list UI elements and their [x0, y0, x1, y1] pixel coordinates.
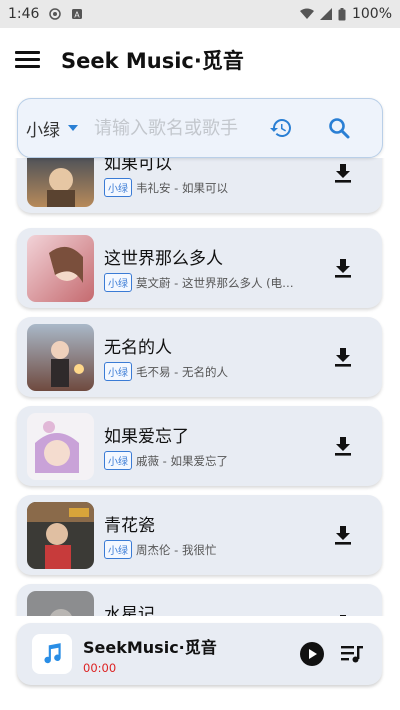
download-icon: [335, 526, 351, 545]
menu-icon[interactable]: [15, 50, 41, 70]
list-item[interactable]: 这世界那么多人 小绿 莫文蔚 - 这世界那么多人 (电影…: [17, 228, 382, 308]
app-bar: Seek Music·觅音: [0, 28, 400, 92]
search-bar: 小绿: [17, 98, 383, 158]
album-cover: [27, 158, 94, 207]
album-cover: [27, 412, 94, 480]
list-item[interactable]: 如果爱忘了 小绿 戚薇 - 如果爱忘了: [17, 406, 382, 486]
source-tag: 小绿: [104, 178, 132, 197]
source-tag: 小绿: [104, 451, 132, 470]
song-meta: 莫文蔚 - 这世界那么多人 (电影…: [136, 275, 304, 290]
list-item[interactable]: 水星记 小绿: [17, 584, 382, 616]
status-bar: 1:46 A 100%: [0, 0, 400, 28]
status-time: 1:46: [8, 6, 40, 22]
playlist-icon: [341, 646, 363, 663]
song-meta: 毛不易 - 无名的人: [136, 364, 228, 379]
signal-icon: [319, 8, 332, 20]
song-meta: 戚薇 - 如果爱忘了: [136, 453, 228, 468]
search-button[interactable]: [326, 115, 352, 141]
download-icon: [335, 437, 351, 456]
download-icon: [340, 615, 346, 616]
song-list: 如果可以 小绿 韦礼安 - 如果可以 这世界那么多人 小绿 莫文蔚 - 这世界那么多…: [0, 158, 400, 616]
list-item[interactable]: 青花瓷 小绿 周杰伦 - 我很忙: [17, 495, 382, 575]
download-button[interactable]: [330, 255, 356, 281]
download-icon: [335, 259, 351, 278]
battery-percent: 100%: [351, 6, 392, 22]
app-title: Seek Music·觅音: [61, 49, 244, 73]
album-cover: [27, 234, 94, 302]
mini-player[interactable]: SeekMusic·觅音 00:00: [17, 623, 382, 685]
search-input[interactable]: [92, 116, 266, 140]
record-icon: [49, 8, 62, 20]
source-dropdown[interactable]: 小绿: [26, 116, 78, 141]
wifi-icon: [299, 8, 314, 19]
song-title: 水星记: [104, 605, 155, 616]
download-button[interactable]: [330, 433, 356, 459]
album-cover: [27, 323, 94, 391]
download-button[interactable]: [330, 344, 356, 370]
album-cover: [27, 501, 94, 569]
download-button[interactable]: [330, 160, 356, 186]
player-title: SeekMusic·觅音: [83, 637, 217, 657]
source-label: 小绿: [26, 120, 60, 141]
playlist-button[interactable]: [340, 643, 364, 665]
chevron-down-icon: [68, 125, 78, 131]
song-title: 如果爱忘了: [104, 427, 189, 447]
song-title: 无名的人: [104, 338, 172, 358]
history-button[interactable]: [268, 115, 294, 141]
song-meta: 韦礼安 - 如果可以: [136, 180, 228, 195]
svg-text:A: A: [75, 11, 81, 20]
download-icon: [335, 164, 351, 183]
download-icon: [335, 348, 351, 367]
battery-icon: [338, 7, 346, 20]
source-tag: 小绿: [104, 540, 132, 559]
song-meta: 周杰伦 - 我很忙: [136, 542, 217, 557]
source-tag: 小绿: [104, 362, 132, 381]
player-cover: [32, 634, 72, 674]
song-title: 如果可以: [104, 158, 172, 174]
play-button[interactable]: [300, 642, 324, 666]
history-icon: [270, 119, 291, 137]
album-cover: [27, 590, 94, 616]
list-item[interactable]: 如果可以 小绿 韦礼安 - 如果可以: [17, 158, 382, 213]
download-button[interactable]: [330, 522, 356, 548]
song-title: 青花瓷: [104, 516, 155, 536]
play-icon: [309, 649, 317, 659]
a-icon: A: [72, 9, 83, 20]
player-time: 00:00: [83, 660, 117, 675]
song-title: 这世界那么多人: [104, 249, 223, 269]
search-icon: [329, 118, 350, 139]
source-tag: 小绿: [104, 273, 132, 292]
download-button[interactable]: [330, 611, 356, 616]
music-note-icon: [44, 643, 61, 664]
list-item[interactable]: 无名的人 小绿 毛不易 - 无名的人: [17, 317, 382, 397]
